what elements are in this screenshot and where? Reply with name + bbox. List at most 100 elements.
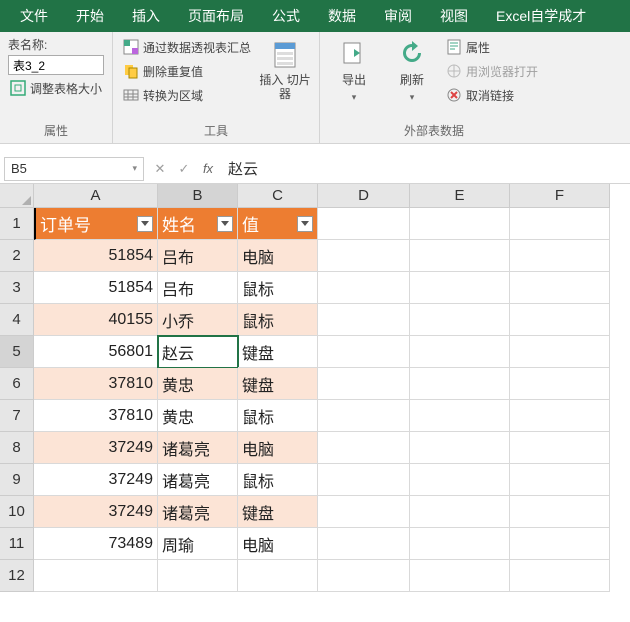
cell[interactable] bbox=[410, 336, 510, 368]
name-box[interactable]: B5 ▾ bbox=[4, 157, 144, 181]
menu-insert[interactable]: 插入 bbox=[118, 0, 174, 32]
menu-data[interactable]: 数据 bbox=[314, 0, 370, 32]
row-header-10[interactable]: 10 bbox=[0, 496, 34, 528]
cell[interactable]: 鼠标 bbox=[238, 464, 318, 496]
table-header-name[interactable]: 姓名 bbox=[158, 208, 238, 240]
cell[interactable] bbox=[510, 240, 610, 272]
cell[interactable] bbox=[34, 560, 158, 592]
row-header-4[interactable]: 4 bbox=[0, 304, 34, 336]
menu-custom[interactable]: Excel自学成才 bbox=[482, 0, 600, 32]
cell[interactable]: 鼠标 bbox=[238, 304, 318, 336]
cell[interactable]: 吕布 bbox=[158, 272, 238, 304]
pivot-summary-button[interactable]: 通过数据透视表汇总 bbox=[121, 36, 253, 58]
filter-icon[interactable] bbox=[137, 216, 153, 232]
filter-icon[interactable] bbox=[217, 216, 233, 232]
cell[interactable]: 诸葛亮 bbox=[158, 496, 238, 528]
cell[interactable] bbox=[510, 496, 610, 528]
formula-accept-button[interactable]: ✓ bbox=[172, 161, 196, 177]
row-header-1[interactable]: 1 bbox=[0, 208, 34, 240]
convert-range-button[interactable]: 转换为区域 bbox=[121, 84, 253, 106]
menu-review[interactable]: 审阅 bbox=[370, 0, 426, 32]
cell[interactable]: 周瑜 bbox=[158, 528, 238, 560]
col-header-B[interactable]: B bbox=[158, 184, 238, 208]
row-header-2[interactable]: 2 bbox=[0, 240, 34, 272]
cell[interactable] bbox=[510, 400, 610, 432]
cell[interactable] bbox=[510, 464, 610, 496]
col-header-F[interactable]: F bbox=[510, 184, 610, 208]
cell[interactable] bbox=[510, 432, 610, 464]
cell[interactable] bbox=[318, 208, 410, 240]
cell[interactable] bbox=[318, 368, 410, 400]
row-header-9[interactable]: 9 bbox=[0, 464, 34, 496]
cell[interactable] bbox=[410, 400, 510, 432]
cell[interactable] bbox=[510, 272, 610, 304]
cell[interactable] bbox=[318, 432, 410, 464]
fx-button[interactable]: fx bbox=[196, 161, 220, 176]
ext-properties-button[interactable]: 属性 bbox=[444, 36, 540, 58]
cell[interactable] bbox=[410, 496, 510, 528]
cell[interactable]: 诸葛亮 bbox=[158, 464, 238, 496]
unlink-button[interactable]: 取消链接 bbox=[444, 84, 540, 106]
cell[interactable] bbox=[318, 560, 410, 592]
table-name-input[interactable] bbox=[8, 55, 104, 75]
cell[interactable] bbox=[410, 368, 510, 400]
table-header-value[interactable]: 值 bbox=[238, 208, 318, 240]
row-header-11[interactable]: 11 bbox=[0, 528, 34, 560]
cell[interactable] bbox=[510, 528, 610, 560]
menu-layout[interactable]: 页面布局 bbox=[174, 0, 258, 32]
cell[interactable] bbox=[410, 528, 510, 560]
cell[interactable] bbox=[318, 496, 410, 528]
cell[interactable]: 37249 bbox=[34, 432, 158, 464]
cell[interactable] bbox=[158, 560, 238, 592]
insert-slicer-button[interactable]: 插入 切片器 bbox=[259, 36, 311, 106]
col-header-E[interactable]: E bbox=[410, 184, 510, 208]
row-header-3[interactable]: 3 bbox=[0, 272, 34, 304]
cell[interactable]: 黄忠 bbox=[158, 400, 238, 432]
cell[interactable] bbox=[410, 432, 510, 464]
row-header-8[interactable]: 8 bbox=[0, 432, 34, 464]
refresh-button[interactable]: 刷新 ▾ bbox=[386, 36, 438, 106]
cell[interactable]: 电脑 bbox=[238, 528, 318, 560]
select-all-button[interactable] bbox=[0, 184, 34, 208]
cell[interactable] bbox=[318, 336, 410, 368]
cell[interactable] bbox=[510, 368, 610, 400]
col-header-C[interactable]: C bbox=[238, 184, 318, 208]
cell[interactable] bbox=[238, 560, 318, 592]
cell[interactable] bbox=[510, 208, 610, 240]
cell[interactable]: 电脑 bbox=[238, 432, 318, 464]
menu-file[interactable]: 文件 bbox=[6, 0, 62, 32]
cell[interactable]: 键盘 bbox=[238, 336, 318, 368]
cell[interactable]: 56801 bbox=[34, 336, 158, 368]
table-header-order[interactable]: 订单号 bbox=[34, 208, 158, 240]
cell[interactable]: 37810 bbox=[34, 400, 158, 432]
cell[interactable] bbox=[318, 304, 410, 336]
row-header-6[interactable]: 6 bbox=[0, 368, 34, 400]
cell[interactable] bbox=[318, 272, 410, 304]
cell[interactable] bbox=[410, 464, 510, 496]
col-header-A[interactable]: A bbox=[34, 184, 158, 208]
row-header-12[interactable]: 12 bbox=[0, 560, 34, 592]
cell[interactable]: 51854 bbox=[34, 240, 158, 272]
cell[interactable]: 40155 bbox=[34, 304, 158, 336]
menu-formula[interactable]: 公式 bbox=[258, 0, 314, 32]
cell[interactable]: 鼠标 bbox=[238, 272, 318, 304]
cell[interactable] bbox=[410, 304, 510, 336]
cell[interactable] bbox=[410, 208, 510, 240]
resize-table-button[interactable]: 调整表格大小 bbox=[8, 77, 104, 99]
formula-cancel-button[interactable]: ✕ bbox=[148, 161, 172, 177]
cell[interactable]: 37249 bbox=[34, 464, 158, 496]
cell[interactable] bbox=[318, 528, 410, 560]
row-header-5[interactable]: 5 bbox=[0, 336, 34, 368]
cell[interactable]: 37249 bbox=[34, 496, 158, 528]
cell[interactable]: 电脑 bbox=[238, 240, 318, 272]
cell[interactable]: 吕布 bbox=[158, 240, 238, 272]
col-header-D[interactable]: D bbox=[318, 184, 410, 208]
menu-home[interactable]: 开始 bbox=[62, 0, 118, 32]
remove-duplicates-button[interactable]: 删除重复值 bbox=[121, 60, 253, 82]
cell[interactable]: 51854 bbox=[34, 272, 158, 304]
cell[interactable]: 73489 bbox=[34, 528, 158, 560]
cell[interactable] bbox=[318, 464, 410, 496]
cell[interactable] bbox=[510, 560, 610, 592]
cell[interactable]: 黄忠 bbox=[158, 368, 238, 400]
menu-view[interactable]: 视图 bbox=[426, 0, 482, 32]
